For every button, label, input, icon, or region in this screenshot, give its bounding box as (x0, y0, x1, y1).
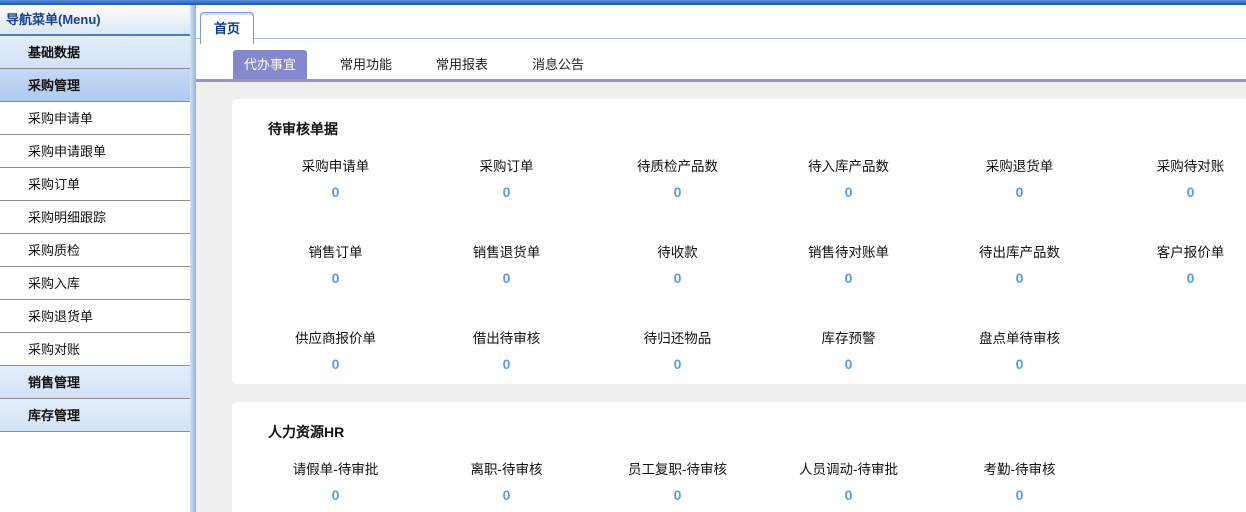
stat-label: 库存预警 (763, 327, 934, 347)
stat-count-link[interactable]: 0 (250, 184, 421, 200)
stat-label: 供应商报价单 (250, 327, 421, 347)
stat-label: 待入库产品数 (763, 155, 934, 175)
stat-cell: 采购订单 0 (421, 139, 592, 200)
stat-label: 考勤-待审核 (934, 458, 1105, 478)
stat-label: 借出待审核 (421, 327, 592, 347)
stat-cell: 采购退货单 0 (934, 139, 1105, 200)
stat-count-link[interactable]: 0 (934, 487, 1105, 503)
stat-cell: 销售待对账单 0 (763, 225, 934, 286)
sidebar-item[interactable]: 采购质检 (0, 234, 190, 267)
stat-cell: 待归还物品 0 (592, 311, 763, 372)
sidebar-item[interactable]: 销售管理 (0, 366, 190, 399)
stat-cell: 客户报价单 0 (1105, 225, 1246, 286)
section-title: 待审核单据 (268, 119, 1246, 139)
stat-cell: 盘点单待审核 0 (934, 311, 1105, 372)
stat-label: 采购申请单 (250, 155, 421, 175)
stat-label: 销售订单 (250, 241, 421, 261)
stat-label: 客户报价单 (1105, 241, 1246, 261)
stat-count-link[interactable]: 0 (934, 356, 1105, 372)
stat-count-link[interactable]: 0 (592, 270, 763, 286)
stat-count-link[interactable]: 0 (250, 356, 421, 372)
stat-cell: 库存预警 0 (763, 311, 934, 372)
sidebar-item[interactable]: 采购申请单 (0, 102, 190, 135)
stat-label: 待归还物品 (592, 327, 763, 347)
sidebar-item[interactable]: 采购订单 (0, 168, 190, 201)
stat-label: 待收款 (592, 241, 763, 261)
sidebar-item-list: 基础数据采购管理采购申请单采购申请跟单采购订单采购明细跟踪采购质检采购入库采购退… (0, 36, 190, 432)
section-card: 待审核单据采购申请单0采购订单0待质检产品数0待入库产品数0采购退货单0采购待对… (232, 99, 1246, 384)
stat-count-link[interactable]: 0 (421, 270, 592, 286)
section-card: 人力资源HR请假单-待审批0离职-待审核0员工复职-待审核0人员调动-待审批0考… (232, 402, 1246, 512)
stat-label: 销售退货单 (421, 241, 592, 261)
stat-row: 采购申请单0采购订单0待质检产品数0待入库产品数0采购退货单0采购待对账0 (250, 139, 1246, 200)
stat-label: 销售待对账单 (763, 241, 934, 261)
navigation-sidebar: 导航菜单(Menu) 基础数据采购管理采购申请单采购申请跟单采购订单采购明细跟踪… (0, 5, 190, 512)
stat-cell: 待收款 0 (592, 225, 763, 286)
stat-row: 销售订单0销售退货单0待收款0销售待对账单0待出库产品数0客户报价单0 (250, 225, 1246, 286)
subtab[interactable]: 常用功能 (329, 50, 403, 79)
stat-count-link[interactable]: 0 (421, 487, 592, 503)
stat-label: 盘点单待审核 (934, 327, 1105, 347)
subtab[interactable]: 消息公告 (521, 50, 595, 79)
stat-label: 员工复职-待审核 (592, 458, 763, 478)
stat-count-link[interactable]: 0 (763, 356, 934, 372)
stat-label: 采购待对账 (1105, 155, 1246, 175)
main-tabstrip: 首页 (196, 5, 1246, 39)
stat-cell: 待质检产品数 0 (592, 139, 763, 200)
section-title: 人力资源HR (268, 422, 1246, 442)
stat-cell: 供应商报价单 0 (250, 311, 421, 372)
stat-count-link[interactable]: 0 (763, 270, 934, 286)
stat-cell: 借出待审核 0 (421, 311, 592, 372)
sidebar-item[interactable]: 采购退货单 (0, 300, 190, 333)
sidebar-item[interactable]: 库存管理 (0, 399, 190, 432)
sidebar-item[interactable]: 采购申请跟单 (0, 135, 190, 168)
subtab-row: 代办事宜常用功能常用报表消息公告 (196, 50, 1246, 82)
stat-label: 待出库产品数 (934, 241, 1105, 261)
stat-count-link[interactable]: 0 (934, 184, 1105, 200)
stat-cell: 请假单-待审批 0 (250, 442, 421, 503)
stat-row: 请假单-待审批0离职-待审核0员工复职-待审核0人员调动-待审批0考勤-待审核0 (250, 442, 1246, 503)
stat-cell: 员工复职-待审核 0 (592, 442, 763, 503)
stat-label: 待质检产品数 (592, 155, 763, 175)
sidebar-title: 导航菜单(Menu) (0, 5, 190, 36)
stat-label: 采购订单 (421, 155, 592, 175)
stat-cell: 采购申请单 0 (250, 139, 421, 200)
sidebar-item[interactable]: 采购明细跟踪 (0, 201, 190, 234)
sidebar-item[interactable]: 采购对账 (0, 333, 190, 366)
stat-label: 人员调动-待审批 (763, 458, 934, 478)
stat-count-link[interactable]: 0 (421, 184, 592, 200)
stat-count-link[interactable]: 0 (250, 487, 421, 503)
stat-label: 离职-待审核 (421, 458, 592, 478)
subtab[interactable]: 常用报表 (425, 50, 499, 79)
sidebar-item[interactable]: 基础数据 (0, 36, 190, 69)
sidebar-item[interactable]: 采购管理 (0, 69, 190, 102)
stat-cell: 待入库产品数 0 (763, 139, 934, 200)
stat-cell: 考勤-待审核 0 (934, 442, 1105, 503)
stat-label: 采购退货单 (934, 155, 1105, 175)
dashboard-content: 待审核单据采购申请单0采购订单0待质检产品数0待入库产品数0采购退货单0采购待对… (196, 82, 1246, 512)
stat-label: 请假单-待审批 (250, 458, 421, 478)
stat-count-link[interactable]: 0 (592, 356, 763, 372)
stat-count-link[interactable]: 0 (421, 356, 592, 372)
stat-row: 供应商报价单0借出待审核0待归还物品0库存预警0盘点单待审核0 (250, 311, 1246, 372)
stat-cell: 销售退货单 0 (421, 225, 592, 286)
subtab[interactable]: 代办事宜 (233, 50, 307, 79)
stat-cell: 待出库产品数 0 (934, 225, 1105, 286)
tab-home[interactable]: 首页 (200, 12, 254, 44)
stat-count-link[interactable]: 0 (763, 487, 934, 503)
stat-cell: 人员调动-待审批 0 (763, 442, 934, 503)
stat-count-link[interactable]: 0 (1105, 184, 1246, 200)
stat-count-link[interactable]: 0 (250, 270, 421, 286)
stat-cell: 销售订单 0 (250, 225, 421, 286)
stat-count-link[interactable]: 0 (934, 270, 1105, 286)
main-panel: 首页 代办事宜常用功能常用报表消息公告 待审核单据采购申请单0采购订单0待质检产… (196, 5, 1246, 512)
stat-cell: 采购待对账 0 (1105, 139, 1246, 200)
sidebar-item[interactable]: 采购入库 (0, 267, 190, 300)
stat-count-link[interactable]: 0 (1105, 270, 1246, 286)
stat-cell: 离职-待审核 0 (421, 442, 592, 503)
stat-count-link[interactable]: 0 (592, 184, 763, 200)
stat-count-link[interactable]: 0 (763, 184, 934, 200)
stat-count-link[interactable]: 0 (592, 487, 763, 503)
